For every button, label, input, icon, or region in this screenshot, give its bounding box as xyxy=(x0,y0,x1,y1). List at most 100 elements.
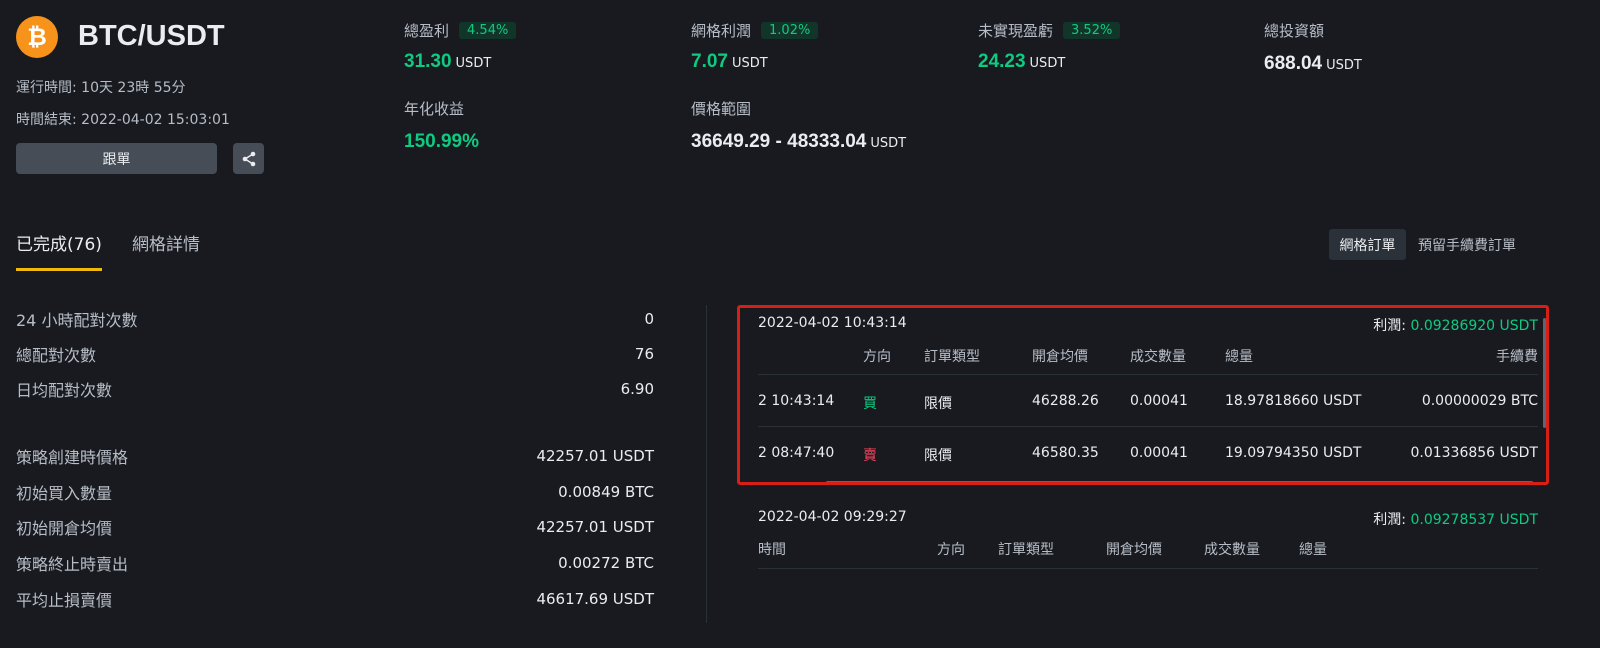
summary-value: 76 xyxy=(634,345,654,363)
cell-time: 2 08:47:40 xyxy=(758,445,835,461)
active-tab-underline xyxy=(16,268,102,271)
cell-price: 46580.35 xyxy=(1032,445,1099,461)
col-header-fee: 手續費 xyxy=(1496,349,1538,365)
summary-label: 平均止損賣價 xyxy=(16,591,113,610)
total-profit-stat: 總盈利 4.54% 31.30 USDT xyxy=(404,20,517,73)
summary-value: 0.00272 BTC xyxy=(558,554,654,572)
row-divider xyxy=(758,374,1538,375)
row-divider xyxy=(758,568,1538,569)
order-group-timestamp: 2022-04-02 10:43:14 xyxy=(758,315,907,331)
summary-row: 初始開倉均價 42257.01 USDT xyxy=(16,515,654,539)
summary-label: 策略終止時賣出 xyxy=(16,555,129,574)
share-button[interactable] xyxy=(233,143,264,174)
total-profit-label: 總盈利 xyxy=(404,22,450,40)
summary-label: 總配對次數 xyxy=(16,346,97,365)
cell-total: 19.09794350 USDT xyxy=(1225,445,1362,461)
order-group-header: 2022-04-02 09:29:27 利潤: 0.09278537 USDT xyxy=(758,509,1538,529)
annualized-stat: 年化收益 150.99% xyxy=(404,98,479,153)
annualized-label: 年化收益 xyxy=(404,100,465,118)
profit-label: 利潤: xyxy=(1373,512,1407,528)
runtime-text: 運行時間: 10天 23時 55分 xyxy=(16,80,186,96)
grid-profit-unit: USDT xyxy=(731,56,768,71)
total-investment-stat: 總投資額 688.04 USDT xyxy=(1264,20,1362,75)
price-range-label: 價格範圍 xyxy=(691,100,752,118)
cell-fee: 0.00000029 BTC xyxy=(1421,393,1538,409)
summary-value: 42257.01 USDT xyxy=(536,518,654,536)
end-time-text: 時間結束: 2022-04-02 15:03:01 xyxy=(16,112,230,128)
panel-divider xyxy=(706,305,707,623)
summary-row: 24 小時配對次數 0 xyxy=(16,307,654,331)
vertical-scrollbar[interactable] xyxy=(1543,318,1546,428)
col-header-total: 總量 xyxy=(1225,349,1253,365)
summary-value: 0.00849 BTC xyxy=(558,483,654,501)
table-header-row: 方向 訂單類型 開倉均價 成交數量 總量 手續費 xyxy=(758,346,1538,366)
btc-coin-icon: ₿ xyxy=(16,16,58,58)
cell-type: 限價 xyxy=(924,396,952,412)
total-profit-pct-badge: 4.54% xyxy=(459,22,517,39)
cell-qty: 0.00041 xyxy=(1130,393,1188,409)
unrealized-stat: 未實現盈虧 3.52% 24.23 USDT xyxy=(978,20,1121,73)
cell-fee: 0.01336856 USDT xyxy=(1410,445,1538,461)
summary-row: 策略創建時價格 42257.01 USDT xyxy=(16,444,654,468)
price-range-stat: 價格範圍 36649.29 - 48333.04 USDT xyxy=(691,98,906,153)
row-divider xyxy=(758,426,1538,427)
grid-profit-label: 網格利潤 xyxy=(691,22,752,40)
horizontal-scrollbar[interactable] xyxy=(826,481,1533,484)
summary-row: 初始買入數量 0.00849 BTC xyxy=(16,480,654,504)
unrealized-pct-badge: 3.52% xyxy=(1063,22,1121,39)
tab-completed[interactable]: 已完成(76) xyxy=(16,230,102,255)
cell-total: 18.97818660 USDT xyxy=(1225,393,1362,409)
col-header-type: 訂單類型 xyxy=(924,349,980,365)
profit-label: 利潤: xyxy=(1373,318,1407,334)
total-profit-unit: USDT xyxy=(455,56,492,71)
annualized-value: 150.99% xyxy=(404,131,480,152)
grid-profit-value: 7.07 xyxy=(691,51,728,72)
col-header-total: 總量 xyxy=(1299,542,1327,558)
total-profit-value: 31.30 xyxy=(404,51,452,72)
unrealized-value: 24.23 xyxy=(978,51,1026,72)
segment-fee-reserve-orders[interactable]: 預留手續費訂單 xyxy=(1418,229,1516,260)
price-range-value: 36649.29 - 48333.04 xyxy=(691,131,867,152)
order-group-header: 2022-04-02 10:43:14 利潤: 0.09286920 USDT xyxy=(758,315,1538,335)
segment-grid-orders[interactable]: 網格訂單 xyxy=(1329,229,1406,260)
unrealized-unit: USDT xyxy=(1029,56,1066,71)
cell-type: 限價 xyxy=(924,448,952,464)
total-investment-value: 688.04 xyxy=(1264,53,1323,74)
cell-side-sell: 賣 xyxy=(863,448,877,464)
col-header-qty: 成交數量 xyxy=(1204,542,1260,558)
unrealized-label: 未實現盈虧 xyxy=(978,22,1054,40)
summary-value: 46617.69 USDT xyxy=(536,590,654,608)
summary-row: 總配對次數 76 xyxy=(16,342,654,366)
col-header-side: 方向 xyxy=(863,349,891,365)
share-icon xyxy=(242,151,255,166)
cell-qty: 0.00041 xyxy=(1130,445,1188,461)
summary-label: 策略創建時價格 xyxy=(16,448,129,467)
grid-profit-pct-badge: 1.02% xyxy=(761,22,819,39)
summary-label: 日均配對次數 xyxy=(16,381,113,400)
order-group: 2022-04-02 09:29:27 利潤: 0.09278537 USDT … xyxy=(758,500,1538,592)
col-header-price: 開倉均價 xyxy=(1032,349,1088,365)
price-range-unit: USDT xyxy=(870,136,907,151)
total-investment-unit: USDT xyxy=(1326,58,1362,73)
table-row: 2 08:47:40 賣 限價 46580.35 0.00041 19.0979… xyxy=(758,445,1538,465)
summary-row: 平均止損賣價 46617.69 USDT xyxy=(16,587,654,611)
table-header-row: 時間 方向 訂單類型 開倉均價 成交數量 總量 xyxy=(758,539,1538,559)
order-group-timestamp: 2022-04-02 09:29:27 xyxy=(758,509,907,525)
summary-value: 6.90 xyxy=(620,380,654,398)
cell-side-buy: 買 xyxy=(863,396,877,412)
summary-value: 42257.01 USDT xyxy=(536,447,654,465)
pair-title: BTC/USDT xyxy=(78,20,225,52)
follow-button[interactable]: 跟單 xyxy=(16,143,217,174)
tab-grid-details[interactable]: 網格詳情 xyxy=(132,230,200,255)
summary-label: 初始開倉均價 xyxy=(16,519,113,538)
summary-value: 0 xyxy=(644,310,654,328)
order-group: 2022-04-02 10:43:14 利潤: 0.09286920 USDT … xyxy=(758,310,1538,480)
summary-row: 日均配對次數 6.90 xyxy=(16,377,654,401)
col-header-type: 訂單類型 xyxy=(998,542,1054,558)
summary-label: 初始買入數量 xyxy=(16,484,113,503)
cell-price: 46288.26 xyxy=(1032,393,1099,409)
grid-profit-stat: 網格利潤 1.02% 7.07 USDT xyxy=(691,20,819,73)
summary-label: 24 小時配對次數 xyxy=(16,311,138,330)
table-row: 2 10:43:14 買 限價 46288.26 0.00041 18.9781… xyxy=(758,393,1538,413)
profit-value: 0.09278537 USDT xyxy=(1410,512,1538,528)
